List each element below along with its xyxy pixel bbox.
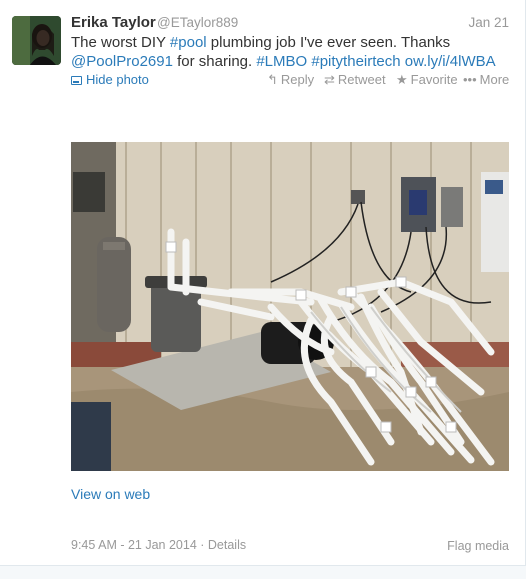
favorite-label: Favorite [410, 72, 458, 87]
author-username[interactable]: @ETaylor889 [157, 15, 238, 30]
footer-separator: · [196, 538, 208, 552]
favorite-button[interactable]: ★ Favorite [396, 72, 458, 88]
ellipsis-icon: ••• [463, 72, 477, 87]
reply-label: Reply [280, 72, 315, 87]
more-button[interactable]: ••• More [463, 72, 509, 87]
details-link[interactable]: Details [208, 538, 246, 552]
avatar[interactable] [12, 16, 61, 65]
avatar-image [12, 16, 61, 65]
hide-photo-label: Hide photo [86, 72, 149, 87]
mention-poolpro[interactable]: @PoolPro2691 [71, 53, 173, 70]
star-icon: ★ [396, 72, 408, 87]
reply-button[interactable]: ↰ Reply [267, 72, 314, 88]
retweet-button[interactable]: ⇄ Retweet [324, 72, 386, 88]
tweet-meta: 9:45 AM - 21 Jan 2014 · Details [71, 538, 246, 552]
text-segment: for sharing. [172, 53, 257, 70]
tweet-card: Erika Taylor @ETaylor889 Jan 21 The wors… [0, 0, 526, 579]
more-label: More [479, 72, 510, 87]
tweet-actions: Hide photo ↰ Reply ⇄ Retweet ★ Favorite •••… [71, 72, 509, 90]
tweet-text: The worst DIY #pool plumbing job I've ev… [71, 33, 511, 71]
reply-arrow-icon: ↰ [267, 72, 278, 87]
author-fullname[interactable]: Erika Taylor [71, 14, 156, 31]
tweet-header: Erika Taylor @ETaylor889 Jan 21 [71, 14, 509, 34]
tweet-timestamp[interactable]: 9:45 AM - 21 Jan 2014 [71, 538, 197, 552]
flag-media-link[interactable]: Flag media [447, 539, 509, 553]
text-segment: plumbing job I've ever seen. Thanks [206, 34, 451, 51]
tweet-date[interactable]: Jan 21 [468, 15, 509, 30]
short-link[interactable]: ow.ly/i/4lWBA [405, 53, 496, 70]
hashtag-pitytheirtech[interactable]: #pitytheirtech [311, 53, 400, 70]
card-bottom-border [0, 565, 526, 579]
text-segment: The worst DIY [71, 34, 170, 51]
tweet-footer: 9:45 AM - 21 Jan 2014 · Details Flag med… [71, 538, 509, 556]
view-on-web-link[interactable]: View on web [71, 486, 150, 502]
photo-icon [71, 76, 82, 85]
hashtag-lmbo[interactable]: #LMBO [256, 53, 307, 70]
retweet-label: Retweet [337, 72, 386, 87]
hashtag-pool[interactable]: #pool [170, 34, 207, 51]
pool-plumbing-photo [71, 142, 509, 471]
tweet-photo[interactable] [71, 142, 509, 471]
hide-photo-link[interactable]: Hide photo [71, 72, 149, 87]
retweet-icon: ⇄ [324, 72, 335, 87]
